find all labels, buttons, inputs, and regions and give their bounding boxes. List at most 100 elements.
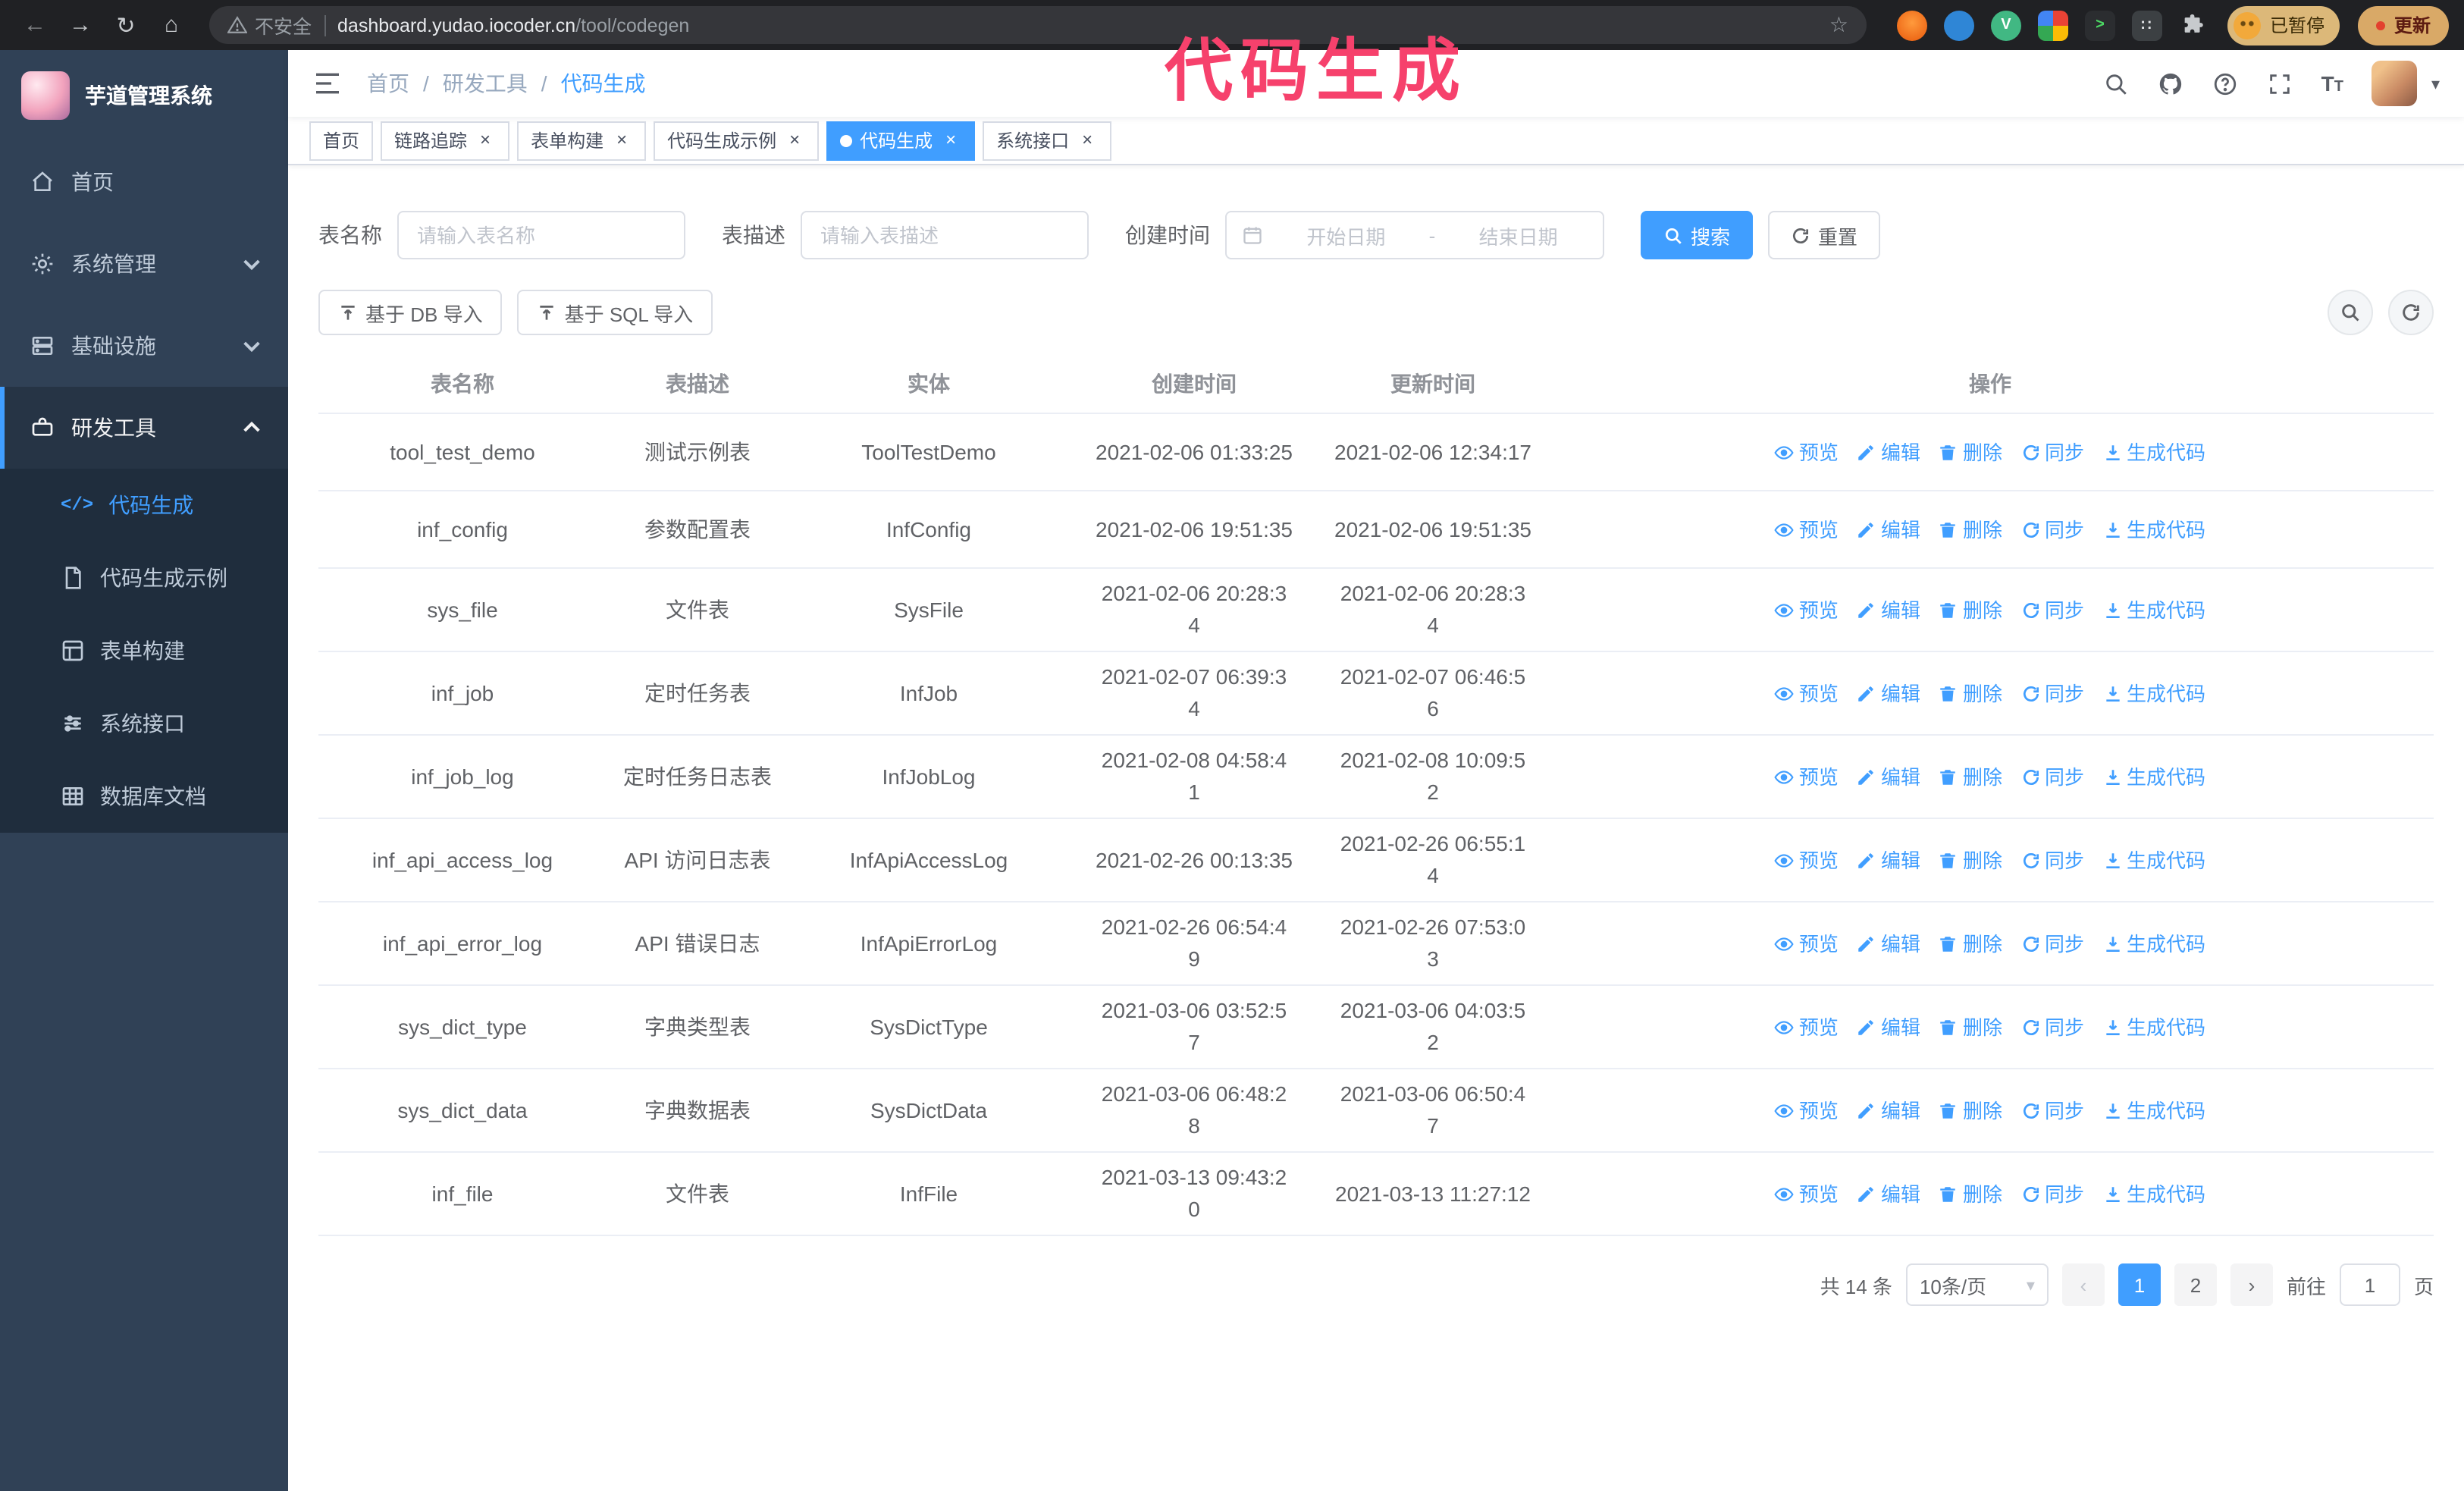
sync-link[interactable]: 同步 [2020, 677, 2084, 709]
sidebar-item-system-interface[interactable]: 系统接口 [0, 687, 288, 760]
edit-link[interactable]: 编辑 [1857, 513, 1920, 545]
sidebar-item-home[interactable]: 首页 [0, 141, 288, 223]
sync-link[interactable]: 同步 [2020, 436, 2084, 468]
tab-code-generation[interactable]: 代码生成 × [826, 121, 976, 160]
edit-link[interactable]: 编辑 [1857, 594, 1920, 626]
generate-code-link[interactable]: 生成代码 [2102, 436, 2205, 468]
generate-code-link[interactable]: 生成代码 [2102, 677, 2205, 709]
reload-button[interactable]: ↻ [106, 5, 146, 45]
preview-link[interactable]: 预览 [1775, 1094, 1839, 1126]
extension-dark-icon[interactable]: :: [2131, 10, 2162, 40]
generate-code-link[interactable]: 生成代码 [2102, 761, 2205, 793]
breadcrumb-dev-tools[interactable]: 研发工具 [443, 68, 528, 99]
bookmark-star-icon[interactable]: ☆ [1829, 12, 1848, 38]
sidebar-item-form-builder[interactable]: 表单构建 [0, 614, 288, 687]
hamburger-icon[interactable] [312, 68, 343, 99]
sync-link[interactable]: 同步 [2020, 1178, 2084, 1210]
delete-link[interactable]: 删除 [1939, 1011, 2002, 1043]
user-avatar[interactable] [2372, 61, 2418, 106]
edit-link[interactable]: 编辑 [1857, 677, 1920, 709]
edit-link[interactable]: 编辑 [1857, 1011, 1920, 1043]
extension-fox-icon[interactable] [1896, 10, 1927, 40]
help-icon[interactable] [2212, 71, 2238, 96]
generate-code-link[interactable]: 生成代码 [2102, 928, 2205, 959]
extension-vue-devtools-icon[interactable]: V [1990, 10, 2021, 40]
preview-link[interactable]: 预览 [1775, 513, 1839, 545]
close-icon[interactable]: × [1077, 129, 1098, 151]
github-icon[interactable] [2158, 71, 2183, 96]
sidebar-item-database-docs[interactable]: 数据库文档 [0, 760, 288, 833]
home-button[interactable]: ⌂ [152, 5, 191, 45]
extension-grid-icon[interactable] [2037, 10, 2068, 40]
preview-link[interactable]: 预览 [1775, 761, 1839, 793]
tab-form-builder[interactable]: 表单构建 × [517, 121, 647, 160]
close-icon[interactable]: × [611, 129, 632, 151]
generate-code-link[interactable]: 生成代码 [2102, 1178, 2205, 1210]
date-range-picker[interactable]: 开始日期 - 结束日期 [1225, 211, 1604, 259]
delete-link[interactable]: 删除 [1939, 436, 2002, 468]
font-size-icon[interactable]: TT [2321, 71, 2343, 96]
extensions-puzzle-icon[interactable] [2179, 10, 2209, 40]
prev-page-button[interactable]: ‹ [2061, 1263, 2105, 1306]
preview-link[interactable]: 预览 [1775, 677, 1839, 709]
next-page-button[interactable]: › [2230, 1263, 2273, 1306]
preview-link[interactable]: 预览 [1775, 928, 1839, 959]
reset-button[interactable]: 重置 [1768, 211, 1881, 259]
generate-code-link[interactable]: 生成代码 [2102, 1011, 2205, 1043]
page-size-select[interactable]: 10条/页 ▾ [1905, 1263, 2049, 1306]
tab-home[interactable]: 首页 [309, 121, 374, 160]
extension-drop-icon[interactable] [1943, 10, 1974, 40]
delete-link[interactable]: 删除 [1939, 513, 2002, 545]
edit-link[interactable]: 编辑 [1857, 928, 1920, 959]
edit-link[interactable]: 编辑 [1857, 844, 1920, 876]
sidebar-item-code-generation[interactable]: </> 代码生成 [0, 469, 288, 541]
sidebar-item-system-management[interactable]: 系统管理 [0, 223, 288, 305]
delete-link[interactable]: 删除 [1939, 594, 2002, 626]
profile-chip[interactable]: 已暂停 [2227, 5, 2340, 45]
close-icon[interactable]: × [784, 129, 805, 151]
table-name-input[interactable] [397, 211, 685, 259]
import-sql-button[interactable]: 基于 SQL 导入 [517, 290, 713, 335]
delete-link[interactable]: 删除 [1939, 844, 2002, 876]
generate-code-link[interactable]: 生成代码 [2102, 594, 2205, 626]
not-secure-warning[interactable]: 不安全 [227, 11, 312, 39]
preview-link[interactable]: 预览 [1775, 594, 1839, 626]
sync-link[interactable]: 同步 [2020, 1094, 2084, 1126]
update-button[interactable]: 更新 [2357, 5, 2449, 45]
edit-link[interactable]: 编辑 [1857, 1178, 1920, 1210]
close-icon[interactable]: × [475, 129, 496, 151]
table-desc-input[interactable] [801, 211, 1089, 259]
search-button[interactable]: 搜索 [1641, 211, 1754, 259]
sync-link[interactable]: 同步 [2020, 844, 2084, 876]
search-icon[interactable] [2103, 71, 2129, 96]
fullscreen-icon[interactable] [2267, 71, 2293, 96]
app-logo[interactable]: 芋道管理系统 [0, 50, 288, 141]
back-button[interactable]: ← [15, 5, 55, 45]
sidebar-item-code-generation-example[interactable]: 代码生成示例 [0, 541, 288, 614]
import-db-button[interactable]: 基于 DB 导入 [318, 290, 503, 335]
tab-system-interface[interactable]: 系统接口 × [983, 121, 1112, 160]
preview-link[interactable]: 预览 [1775, 436, 1839, 468]
delete-link[interactable]: 删除 [1939, 1094, 2002, 1126]
page-button-2[interactable]: 2 [2174, 1263, 2217, 1306]
address-bar[interactable]: 不安全 dashboard.yudao.iocoder.cn/tool/code… [209, 6, 1867, 44]
sidebar-item-infrastructure[interactable]: 基础设施 [0, 305, 288, 387]
page-button-1[interactable]: 1 [2118, 1263, 2161, 1306]
sync-link[interactable]: 同步 [2020, 513, 2084, 545]
preview-link[interactable]: 预览 [1775, 844, 1839, 876]
generate-code-link[interactable]: 生成代码 [2102, 1094, 2205, 1126]
sync-link[interactable]: 同步 [2020, 1011, 2084, 1043]
generate-code-link[interactable]: 生成代码 [2102, 844, 2205, 876]
toggle-search-button[interactable] [2328, 290, 2373, 335]
delete-link[interactable]: 删除 [1939, 928, 2002, 959]
refresh-table-button[interactable] [2388, 290, 2434, 335]
breadcrumb-home[interactable]: 首页 [367, 68, 409, 99]
edit-link[interactable]: 编辑 [1857, 761, 1920, 793]
sync-link[interactable]: 同步 [2020, 928, 2084, 959]
edit-link[interactable]: 编辑 [1857, 1094, 1920, 1126]
delete-link[interactable]: 删除 [1939, 677, 2002, 709]
preview-link[interactable]: 预览 [1775, 1011, 1839, 1043]
tab-codegen-example[interactable]: 代码生成示例 × [654, 121, 820, 160]
delete-link[interactable]: 删除 [1939, 1178, 2002, 1210]
goto-page-input[interactable] [2339, 1263, 2400, 1306]
